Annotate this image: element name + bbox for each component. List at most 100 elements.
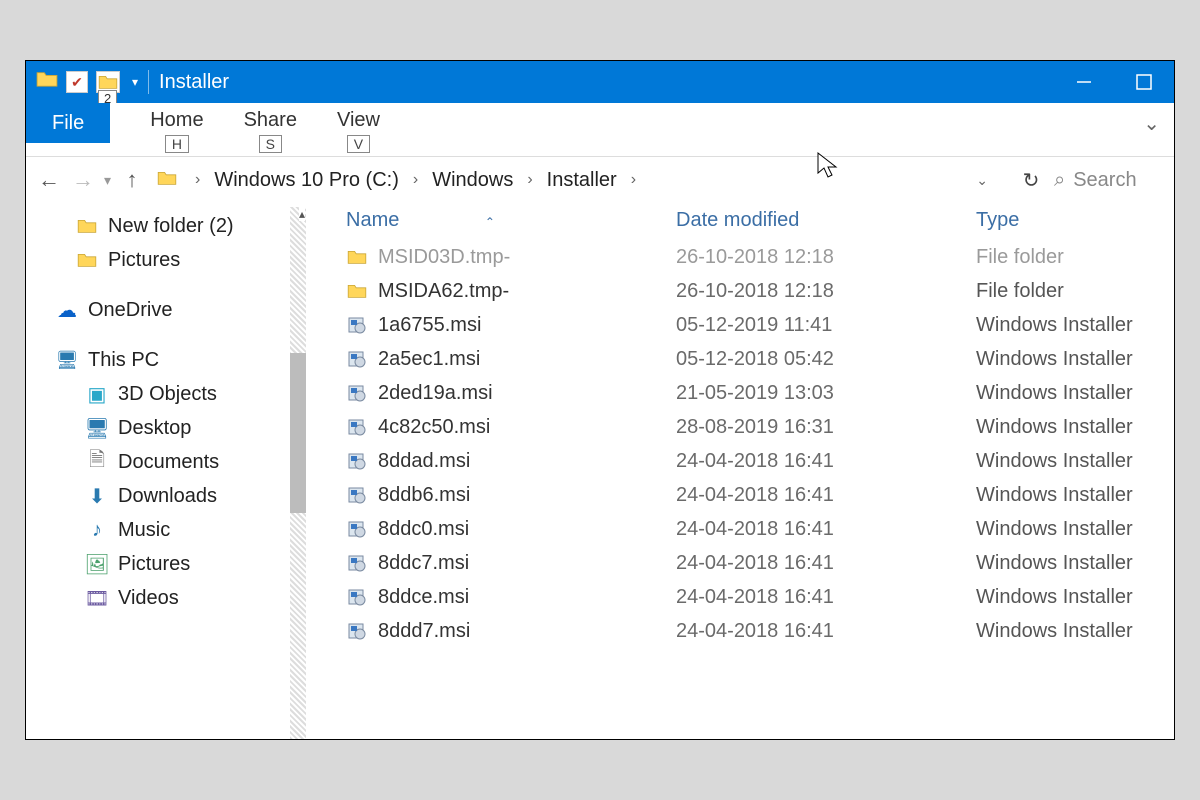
ribbon-collapse-icon[interactable]: ⌄ xyxy=(1143,111,1160,136)
sidebar-item-downloads[interactable]: ⬇ Downloads xyxy=(26,479,306,513)
folder-icon xyxy=(346,246,368,268)
address-folder-icon[interactable] xyxy=(157,169,177,192)
chevron-right-icon[interactable]: › xyxy=(407,171,424,189)
sidebar-item-pictures-quick[interactable]: Pictures xyxy=(26,243,306,277)
video-icon: 🎞 xyxy=(86,586,108,611)
msi-icon xyxy=(346,552,368,574)
tab-share-label: Share xyxy=(244,109,297,132)
cube-icon: ▣ xyxy=(86,382,108,407)
nav-pane: New folder (2) Pictures ☁ OneDrive 🖥 Thi… xyxy=(26,203,306,739)
sidebar-item-label: This PC xyxy=(88,349,159,372)
minimize-button[interactable] xyxy=(1054,61,1114,103)
breadcrumb-segment[interactable]: Windows xyxy=(432,169,513,192)
file-type: Windows Installer xyxy=(976,348,1164,371)
file-row[interactable]: 2a5ec1.msi 05-12-2018 05:42Windows Instal… xyxy=(306,342,1174,376)
sidebar-item-videos[interactable]: 🎞 Videos xyxy=(26,581,306,615)
file-list: Name ⌃ Date modified Type MSID03D.tmp-26… xyxy=(306,203,1174,739)
file-row[interactable]: 8ddb6.msi24-04-2018 16:41Windows Install… xyxy=(306,478,1174,512)
address-dropdown-icon[interactable]: ⌄ xyxy=(976,172,988,189)
file-type: Windows Installer xyxy=(976,518,1164,541)
file-date: 26-10-2018 12:18 xyxy=(676,246,976,269)
sidebar-scrollbar-thumb[interactable] xyxy=(290,353,306,513)
sort-indicator-icon: ⌃ xyxy=(405,215,495,229)
titlebar[interactable]: ✔ 2 ▾ Installer xyxy=(26,61,1174,103)
chevron-right-icon[interactable]: › xyxy=(521,171,538,189)
file-tab[interactable]: File xyxy=(26,103,110,143)
chevron-right-icon[interactable]: › xyxy=(625,171,642,189)
sidebar-item-pictures[interactable]: 🖼 Pictures xyxy=(26,547,306,581)
sidebar-item-documents[interactable]: 🗎 Documents xyxy=(26,445,306,479)
window-controls xyxy=(1054,61,1174,103)
file-row[interactable]: 4c82c50.msi28-08-2019 16:31Windows Insta… xyxy=(306,410,1174,444)
picture-icon: 🖼 xyxy=(86,552,108,577)
file-row[interactable]: MSIDA62.tmp-26-10-2018 12:18File folder xyxy=(306,274,1174,308)
this-pc-icon: 🖥 xyxy=(56,350,78,371)
window-title: Installer xyxy=(159,71,229,94)
search-icon: ⌕ xyxy=(1054,169,1065,192)
tab-share[interactable]: Share S xyxy=(224,103,317,155)
file-date: 26-10-2018 12:18 xyxy=(676,280,976,303)
file-date: 24-04-2018 16:41 xyxy=(676,586,976,609)
history-dropdown-icon[interactable]: ▾ xyxy=(104,172,111,189)
sidebar-item-this-pc[interactable]: 🖥 This PC xyxy=(26,343,306,377)
folder-icon xyxy=(36,70,58,94)
search-placeholder: Search xyxy=(1073,169,1136,192)
properties-icon[interactable]: ✔ xyxy=(66,71,88,93)
file-type: File folder xyxy=(976,246,1164,269)
qat-customize-icon[interactable]: ▾ xyxy=(132,75,138,89)
nav-forward-button[interactable]: → xyxy=(70,167,96,193)
sidebar-item-new-folder-2[interactable]: New folder (2) xyxy=(26,209,306,243)
breadcrumb-segment[interactable]: Installer xyxy=(547,169,617,192)
music-icon: ♪ xyxy=(86,519,108,542)
file-date: 21-05-2019 13:03 xyxy=(676,382,976,405)
refresh-button[interactable]: ↻ xyxy=(1016,168,1046,193)
folder-icon xyxy=(346,280,368,302)
file-row[interactable]: 8ddad.msi24-04-2018 16:41Windows Install… xyxy=(306,444,1174,478)
column-type[interactable]: Type xyxy=(976,209,1164,232)
file-date: 24-04-2018 16:41 xyxy=(676,518,976,541)
new-folder-quick-icon[interactable]: 2 xyxy=(96,71,120,93)
file-row[interactable]: 2ded19a.msi21-05-2019 13:03Windows Insta… xyxy=(306,376,1174,410)
explorer-window: ✔ 2 ▾ Installer File Home H Share S View… xyxy=(25,60,1175,740)
tab-view[interactable]: View V xyxy=(317,103,400,155)
sidebar-item-label: Downloads xyxy=(118,485,217,508)
folder-icon xyxy=(76,252,98,268)
file-date: 05-12-2018 05:42 xyxy=(676,348,976,371)
file-row[interactable]: 1a6755.msi05-12-2019 11:41Windows Instal… xyxy=(306,308,1174,342)
file-name: 8ddad.msi xyxy=(378,450,470,473)
maximize-button[interactable] xyxy=(1114,61,1174,103)
column-name[interactable]: Name ⌃ xyxy=(346,209,676,232)
nav-up-button[interactable]: ↑ xyxy=(119,167,145,193)
sidebar-item-desktop[interactable]: 🖥 Desktop xyxy=(26,411,306,445)
onedrive-icon: ☁ xyxy=(56,298,78,323)
msi-icon xyxy=(346,450,368,472)
file-row[interactable]: MSID03D.tmp-26-10-2018 12:18File folder xyxy=(306,240,1174,274)
msi-icon xyxy=(346,518,368,540)
file-name: MSIDA62.tmp- xyxy=(378,280,509,303)
file-name: 2a5ec1.msi xyxy=(378,348,480,371)
breadcrumb-segment[interactable]: Windows 10 Pro (C:) xyxy=(214,169,399,192)
chevron-right-icon[interactable]: › xyxy=(189,171,206,189)
sidebar-item-label: OneDrive xyxy=(88,299,172,322)
scroll-up-icon[interactable]: ▴ xyxy=(299,207,305,221)
sidebar-item-3d-objects[interactable]: ▣ 3D Objects xyxy=(26,377,306,411)
file-row[interactable]: 8ddce.msi24-04-2018 16:41Windows Install… xyxy=(306,580,1174,614)
file-row[interactable]: 8ddc0.msi24-04-2018 16:41Windows Install… xyxy=(306,512,1174,546)
search-box[interactable]: ⌕ Search xyxy=(1054,169,1164,192)
document-icon: 🗎 xyxy=(86,445,108,479)
file-type: Windows Installer xyxy=(976,416,1164,439)
tab-home[interactable]: Home H xyxy=(130,103,223,155)
file-row[interactable]: 8ddd7.msi24-04-2018 16:41Windows Install… xyxy=(306,614,1174,648)
file-date: 24-04-2018 16:41 xyxy=(676,620,976,643)
keytip-view: V xyxy=(347,135,370,153)
column-date[interactable]: Date modified xyxy=(676,209,976,232)
file-date: 05-12-2019 11:41 xyxy=(676,314,976,337)
nav-back-button[interactable]: ← xyxy=(36,167,62,193)
sidebar-item-onedrive[interactable]: ☁ OneDrive xyxy=(26,293,306,327)
msi-icon xyxy=(346,382,368,404)
file-row[interactable]: 8ddc7.msi24-04-2018 16:41Windows Install… xyxy=(306,546,1174,580)
file-name: 4c82c50.msi xyxy=(378,416,490,439)
tab-home-label: Home xyxy=(150,109,203,132)
sidebar-item-music[interactable]: ♪ Music xyxy=(26,513,306,547)
file-type: Windows Installer xyxy=(976,314,1164,337)
